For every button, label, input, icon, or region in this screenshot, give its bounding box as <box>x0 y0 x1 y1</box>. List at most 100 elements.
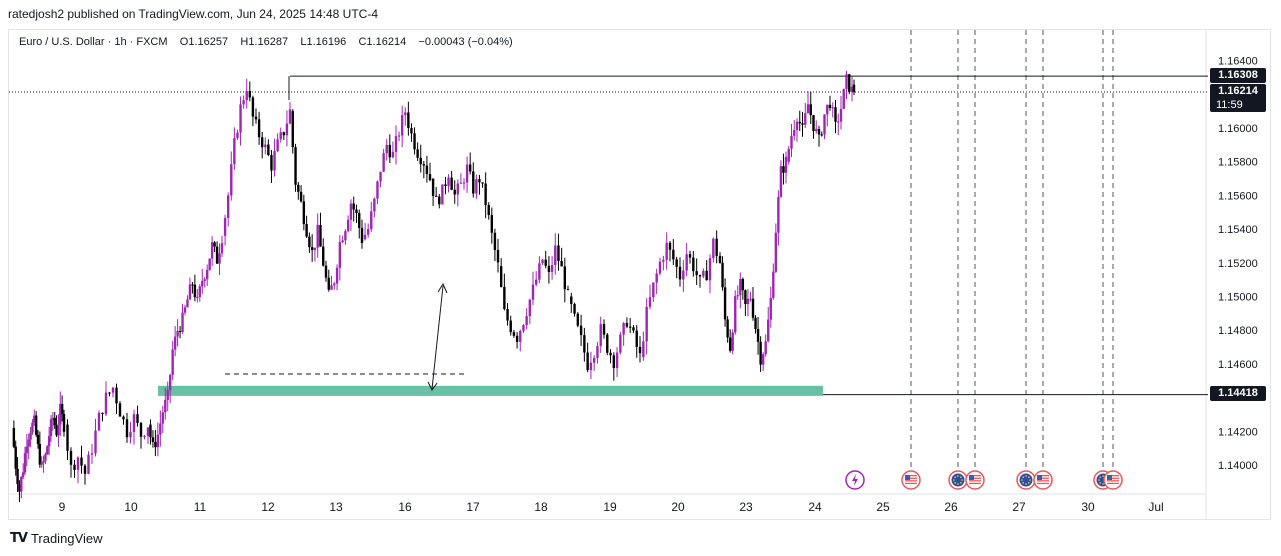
candle-body <box>410 127 413 134</box>
candle-body <box>723 287 727 320</box>
candle-body <box>804 113 807 125</box>
support-zone[interactable] <box>158 385 823 396</box>
candle-body <box>273 151 276 171</box>
candle-body <box>176 331 179 337</box>
candle-body <box>186 299 189 308</box>
candle-body <box>820 134 823 136</box>
candle-body <box>139 422 143 437</box>
candle-body <box>845 74 848 89</box>
candle-body <box>257 119 261 138</box>
candle-body <box>615 352 619 369</box>
candle-body <box>779 166 783 197</box>
candle-body <box>276 139 279 152</box>
candle-body <box>560 260 563 267</box>
candle-body <box>413 133 416 150</box>
candle-body <box>509 320 512 333</box>
legend-high: H1.16287 <box>240 36 289 48</box>
candle-body <box>20 476 23 492</box>
us-flag-icon[interactable] <box>965 470 985 490</box>
us-flag-icon[interactable] <box>1103 470 1123 490</box>
us-flag-icon[interactable] <box>901 470 921 490</box>
candle-body <box>38 444 42 465</box>
symbol-name[interactable]: Euro / U.S. Dollar · 1h · FXCM <box>19 36 168 48</box>
flash-icon[interactable] <box>845 470 865 490</box>
last-candle-body[interactable] <box>852 84 856 92</box>
candle-body <box>746 298 750 304</box>
candle-body <box>385 144 388 154</box>
candle-body <box>267 144 270 155</box>
candle-body <box>487 204 490 216</box>
current-price-value: 1.16214 <box>1218 85 1258 97</box>
candle-body <box>550 265 554 272</box>
candle-body <box>34 415 38 435</box>
candle-body <box>149 424 152 438</box>
candle-body <box>484 183 487 205</box>
candle-body <box>104 392 108 415</box>
candle-body <box>349 203 353 220</box>
candle-body <box>655 273 658 283</box>
candle-body <box>297 184 300 192</box>
candle-body <box>115 387 118 404</box>
candle-body <box>358 213 361 228</box>
candle-body <box>441 184 444 205</box>
time-axis-label: 27 <box>1012 500 1026 514</box>
footer-branding[interactable]: 𝗧𝗩 TradingView <box>10 530 102 546</box>
candle-body <box>198 286 201 298</box>
candle-body <box>728 337 732 351</box>
candle-body <box>270 154 273 171</box>
candle-body <box>305 224 308 237</box>
candle-body <box>178 331 182 333</box>
candle-body <box>554 245 557 266</box>
candle-body <box>407 112 410 128</box>
candle-body <box>522 324 525 331</box>
candle-body <box>726 319 729 338</box>
candle-body <box>208 258 211 270</box>
time-axis-label: 10 <box>124 500 138 514</box>
time-axis-label: 9 <box>59 500 66 514</box>
candle-body <box>769 297 772 320</box>
candle-body <box>132 414 136 433</box>
candle-body <box>493 232 497 251</box>
candle-body <box>352 203 355 210</box>
candle-body <box>462 182 466 184</box>
price-chart[interactable]: 1.16400 1.16000 1.15800 1.15600 1.15400 1.152… <box>0 0 1281 556</box>
candle-body <box>428 174 432 181</box>
candle-body <box>764 341 767 355</box>
candle-body <box>146 427 150 436</box>
candle-body <box>425 165 429 175</box>
eu-flag-icon[interactable] <box>1016 470 1036 490</box>
candle-body <box>129 432 132 438</box>
candle-body <box>837 121 840 123</box>
candle-body <box>801 123 804 125</box>
candle-body <box>589 362 593 371</box>
candle-body <box>355 209 358 214</box>
candle-body <box>223 217 227 236</box>
candle-body <box>254 116 258 120</box>
candle-body <box>294 147 297 185</box>
candle-body <box>53 417 56 426</box>
candle-body <box>525 316 528 325</box>
candle-body <box>702 270 705 277</box>
eu-flag-icon[interactable] <box>948 470 968 490</box>
candle-body <box>191 284 194 286</box>
candle-body <box>183 307 187 313</box>
candle-body <box>831 107 834 109</box>
candle-body <box>44 454 47 461</box>
candle-body <box>842 88 845 109</box>
candle-body <box>379 171 382 182</box>
time-axis-label: 30 <box>1081 500 1095 514</box>
candle-body <box>450 177 453 190</box>
us-flag-icon[interactable] <box>1033 470 1053 490</box>
candle-body <box>468 164 472 172</box>
candle-body <box>685 254 688 271</box>
candle-body <box>206 269 209 280</box>
candle-body <box>447 177 450 187</box>
symbol-legend: Euro / U.S. Dollar · 1h · FXCM O1.16257 … <box>19 36 513 48</box>
time-axis-label: 17 <box>466 500 480 514</box>
candle-body <box>42 460 45 463</box>
candle-body <box>751 298 755 318</box>
candle-body <box>531 284 535 300</box>
candle-body <box>62 414 66 432</box>
candle-body <box>459 182 463 184</box>
candle-body <box>29 432 32 440</box>
